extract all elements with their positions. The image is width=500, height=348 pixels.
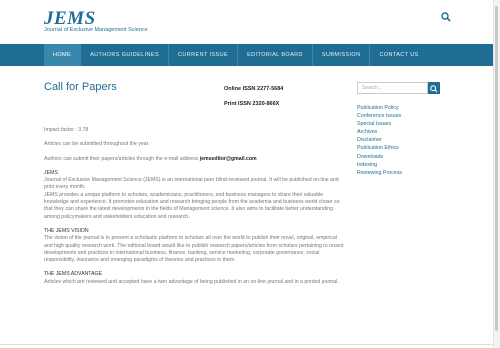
sidebar-link-conference-issues[interactable]: Conference Issues [357, 112, 402, 120]
nav-home[interactable]: HOME [44, 44, 82, 66]
advantage-text: Articles which are reviewed and accepted… [44, 278, 339, 285]
issn-print: Print ISSN 2320-866X [224, 101, 280, 107]
sidebar-search-button[interactable] [428, 82, 440, 94]
nav-contact-us[interactable]: CONTACT US [370, 44, 427, 66]
site-header: JEMS Journal of Exclusive Management Sci… [0, 0, 493, 44]
impact-factor: Impact factor : 3.78 [44, 127, 89, 133]
article-content: Impact factor : 3.78 Articles can be sub… [44, 127, 344, 293]
sidebar-link-indexing[interactable]: Indexing [357, 161, 402, 169]
sidebar-search-input[interactable]: Search... [357, 82, 428, 94]
scrollbar-thumb[interactable] [495, 6, 498, 331]
nav-editorial-board[interactable]: EDITORIAL BOARD [238, 44, 313, 66]
sidebar-link-archives[interactable]: Archives [357, 128, 402, 136]
sidebar-link-publication-policy[interactable]: Publication Policy [357, 104, 402, 112]
editor-email-link[interactable]: jemseditor@gmail.com [200, 156, 257, 162]
section-heading-advantage: THE JEMS ADVANTAGE [44, 271, 103, 278]
nav-submission[interactable]: SUBMISSION [313, 44, 371, 66]
main-nav: HOME AUTHORS GUIDELINES CURRENT ISSUE ED… [0, 44, 493, 66]
sidebar-link-special-issues[interactable]: Special Issues [357, 120, 402, 128]
submission-note: Articles can be submitted throughout the… [44, 141, 150, 148]
nav-authors-guidelines[interactable]: AUTHORS GUIDELINES [81, 44, 170, 66]
sidebar-link-reviewing-process[interactable]: Reviewing Process [357, 169, 402, 177]
section-heading-vision: THE JEMS VISION [44, 227, 89, 234]
site-tagline: Journal of Exclusive Management Science [44, 27, 148, 33]
sidebar-link-downloads[interactable]: Downloads [357, 153, 402, 161]
jems-intro: Journal of Exclusive Management Science … [44, 177, 339, 191]
vision-text: The vision of the journal is to present … [44, 235, 344, 264]
search-icon [430, 85, 438, 93]
sidebar-link-disclaimer[interactable]: Disclaimer [357, 136, 402, 144]
sidebar-link-publication-ethics[interactable]: Publication Ethics [357, 144, 402, 152]
submission-email-prefix: Authors can submit their papers/articles… [44, 155, 200, 162]
sidebar-menu: Publication Policy Conference Issues Spe… [357, 104, 402, 177]
nav-current-issue[interactable]: CURRENT ISSUE [169, 44, 239, 66]
issn-online: Online ISSN 2277-5684 [224, 86, 284, 92]
section-heading-jems: JEMS [44, 169, 58, 176]
submission-email-line: Authors can submit their papers/articles… [44, 156, 344, 163]
footer-divider [0, 344, 493, 345]
search-icon[interactable] [441, 12, 451, 22]
page-title: Call for Papers [44, 81, 117, 93]
jems-description: JEMS provides a unique platform to schol… [44, 191, 340, 220]
